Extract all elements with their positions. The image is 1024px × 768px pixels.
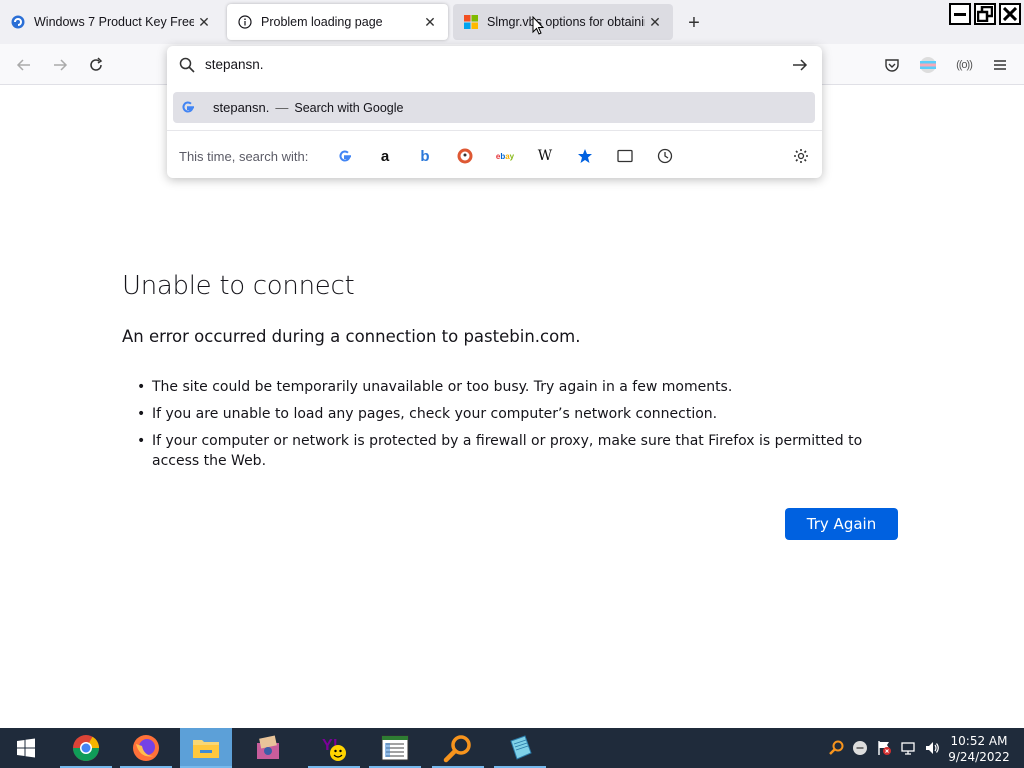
windows-start-icon[interactable] (0, 728, 52, 768)
close-tab-icon[interactable]: ✕ (645, 12, 665, 32)
error-title: Unable to connect (122, 271, 355, 301)
tab-title: Windows 7 Product Key Free 20 (34, 15, 194, 29)
taskbar: Y! 10:52 AM 9/24/2022 (0, 728, 1024, 768)
new-tab-icon[interactable]: + (683, 12, 705, 34)
search-icon (179, 57, 195, 78)
error-description: An error occurred during a connection to… (122, 327, 581, 346)
ebay-icon[interactable]: ebay (493, 144, 517, 168)
history-clock-icon[interactable] (653, 144, 677, 168)
forward-arrow-icon[interactable] (47, 52, 73, 78)
restore-icon[interactable] (974, 3, 996, 25)
one-off-search-bar: This time, search with: a b ebay W (167, 130, 822, 178)
minimize-icon[interactable] (949, 3, 971, 25)
tab-slmgr[interactable]: Slmgr.vbs options for obtainin ✕ (453, 4, 673, 40)
list-item: The site could be temporarily unavailabl… (137, 377, 897, 397)
file-explorer-icon[interactable] (180, 728, 232, 768)
go-arrow-icon[interactable] (791, 56, 809, 79)
action-center-flag-icon[interactable] (873, 728, 895, 768)
tab-windows7-key[interactable]: Windows 7 Product Key Free 20 ✕ (0, 4, 222, 40)
tabs-icon[interactable] (613, 144, 637, 168)
close-window-icon[interactable] (999, 3, 1021, 25)
close-tab-icon[interactable]: ✕ (420, 12, 440, 32)
pocket-icon[interactable] (879, 52, 905, 78)
urlbar-input[interactable]: stepansn. (205, 57, 264, 72)
extensions-icon[interactable]: ((o)) (951, 52, 977, 78)
network-icon[interactable] (897, 728, 919, 768)
suggestion-separator: — (275, 100, 289, 115)
tab-strip: Windows 7 Product Key Free 20 ✕ Problem … (0, 0, 1024, 44)
back-arrow-icon[interactable] (11, 52, 37, 78)
mouse-cursor-icon (532, 15, 546, 41)
yahoo-messenger-icon[interactable]: Y! (308, 728, 360, 768)
error-bullet-list: The site could be temporarily unavailabl… (137, 377, 897, 478)
suggestion-text: stepansn. (213, 100, 270, 115)
tab-title: Slmgr.vbs options for obtainin (487, 15, 645, 29)
tab-problem-loading[interactable]: Problem loading page ✕ (227, 4, 448, 40)
bing-icon[interactable]: b (413, 144, 437, 168)
account-avatar-icon[interactable] (915, 52, 941, 78)
gear-icon[interactable] (789, 144, 813, 168)
suggestion-action: Search with Google (294, 100, 404, 115)
firefox-icon[interactable] (120, 728, 172, 768)
app-archive-icon[interactable] (242, 728, 294, 768)
list-item: If your computer or network is protected… (137, 431, 897, 471)
notepad-icon[interactable] (494, 728, 546, 768)
clock-time: 10:52 AM (950, 734, 1008, 748)
one-off-label: This time, search with: (179, 149, 309, 164)
search-suggestion-row[interactable]: stepansn. — Search with Google (173, 92, 815, 123)
urlbar-input-row[interactable]: stepansn. (167, 46, 822, 84)
microsoft-logo-icon (463, 14, 479, 30)
bookmark-star-icon[interactable] (573, 144, 597, 168)
chrome-icon[interactable] (60, 728, 112, 768)
clock-date: 9/24/2022 (948, 750, 1010, 764)
list-item: If you are unable to load any pages, che… (137, 404, 897, 424)
info-icon (237, 14, 253, 30)
duckduckgo-icon[interactable] (453, 144, 477, 168)
wikipedia-icon[interactable]: W (533, 144, 557, 168)
amazon-icon[interactable]: a (373, 144, 397, 168)
try-again-button[interactable]: Try Again (785, 508, 898, 540)
urlbar-dropdown: stepansn. stepansn. — Search with Google… (167, 46, 822, 178)
google-icon[interactable] (333, 144, 357, 168)
reload-icon[interactable] (83, 52, 109, 78)
close-tab-icon[interactable]: ✕ (194, 12, 214, 32)
magnifier-search-icon[interactable] (432, 728, 484, 768)
menu-icon[interactable] (987, 52, 1013, 78)
google-icon (181, 100, 197, 116)
emoji-tray-icon[interactable] (849, 728, 871, 768)
tab-title: Problem loading page (261, 15, 383, 29)
search-tray-icon[interactable] (825, 728, 847, 768)
spreadsheet-app-icon[interactable] (369, 728, 421, 768)
blue-swirl-icon (10, 14, 26, 30)
volume-icon[interactable] (921, 728, 943, 768)
system-clock[interactable]: 10:52 AM 9/24/2022 (944, 733, 1014, 765)
error-page: Unable to connect An error occurred duri… (0, 85, 1024, 728)
